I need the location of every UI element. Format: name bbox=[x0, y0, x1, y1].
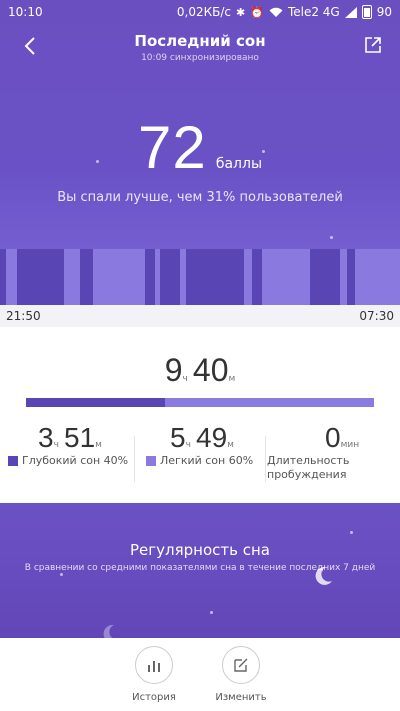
score-unit: баллы bbox=[215, 156, 262, 172]
score-value: 72 bbox=[137, 114, 207, 181]
edit-label: Изменить bbox=[215, 692, 267, 703]
deep-sleep-segment bbox=[0, 249, 6, 305]
star-decoration bbox=[60, 573, 63, 576]
divider bbox=[134, 436, 135, 482]
status-bar: 10:10 0,02КБ/с ✱ ⏰ Tele2 4G 90 bbox=[0, 0, 400, 24]
status-time: 10:10 bbox=[8, 5, 43, 19]
battery-level: 90 bbox=[376, 5, 392, 19]
deep-sleep-legend-swatch bbox=[8, 455, 18, 466]
bluetooth-icon: ✱ bbox=[236, 5, 246, 19]
alarm-icon: ⏰ bbox=[250, 5, 264, 19]
total-minutes: 40 bbox=[192, 352, 229, 388]
battery-icon bbox=[361, 5, 372, 19]
sleep-end-time: 07:30 bbox=[359, 309, 394, 323]
bar-chart-icon bbox=[148, 661, 160, 672]
light-minutes: 49 bbox=[196, 422, 228, 453]
edit-icon bbox=[234, 658, 248, 672]
signal-icon bbox=[344, 6, 357, 18]
sleep-stage-timeline[interactable] bbox=[0, 249, 400, 305]
deep-minutes: 51 bbox=[64, 422, 96, 453]
sleep-ratio-bar bbox=[26, 398, 374, 407]
awake-stat: 0мин Длительность пробуждения bbox=[267, 422, 397, 482]
awake-value: 0 bbox=[325, 422, 341, 453]
total-hours: 9 bbox=[164, 352, 183, 388]
deep-sleep-segment bbox=[145, 249, 155, 305]
total-sleep-duration: 9ч 40м bbox=[0, 352, 400, 389]
carrier-label: Tele2 4G bbox=[287, 5, 340, 19]
deep-sleep-segment bbox=[186, 249, 244, 305]
timeline-axis: 21:50 07:30 bbox=[0, 305, 400, 327]
wifi-icon bbox=[269, 7, 283, 17]
deep-hours: 3 bbox=[38, 422, 54, 453]
deep-sleep-label: Глубокий сон 40% bbox=[22, 454, 129, 467]
sync-status: 10:09 синхронизировано bbox=[141, 53, 259, 63]
deep-sleep-segment bbox=[252, 249, 262, 305]
light-hours: 5 bbox=[170, 422, 186, 453]
history-button[interactable]: История bbox=[119, 646, 189, 703]
edit-button[interactable]: Изменить bbox=[206, 646, 276, 703]
sleep-score: 72 баллы bbox=[0, 118, 400, 178]
share-button[interactable] bbox=[364, 36, 384, 56]
light-sleep-label: Легкий сон 60% bbox=[160, 454, 254, 467]
light-sleep-legend-swatch bbox=[146, 455, 156, 466]
deep-sleep-segment bbox=[160, 249, 180, 305]
nav-bar: Последний сон 10:09 синхронизировано bbox=[0, 26, 400, 70]
share-icon bbox=[365, 37, 381, 53]
page-title: Последний сон bbox=[134, 32, 266, 50]
score-comparison: Вы спали лучше, чем 31% пользователей bbox=[57, 190, 343, 205]
deep-sleep-ratio-fill bbox=[26, 398, 166, 407]
divider bbox=[265, 436, 266, 482]
deep-sleep-stat: 3ч 51м Глубокий сон 40% bbox=[8, 422, 128, 467]
regularity-subtitle: В сравнении со средними показателями сна… bbox=[24, 563, 376, 573]
sleep-regularity-card[interactable]: Регулярность сна В сравнении со средними… bbox=[0, 503, 400, 643]
star-decoration bbox=[330, 236, 333, 239]
bottom-action-bar: История Изменить bbox=[0, 638, 400, 711]
hours-unit: ч bbox=[182, 374, 188, 384]
deep-sleep-segment bbox=[310, 249, 340, 305]
light-sleep-stat: 5ч 49м Легкий сон 60% bbox=[146, 422, 253, 467]
star-decoration bbox=[210, 611, 213, 614]
network-speed: 0,02КБ/с bbox=[176, 5, 232, 19]
star-decoration bbox=[350, 531, 353, 534]
deep-sleep-segment bbox=[80, 249, 93, 305]
sleep-start-time: 21:50 bbox=[6, 309, 41, 323]
sleep-stats: 3ч 51м Глубокий сон 40% 5ч 49м Легкий со… bbox=[0, 422, 400, 492]
minutes-unit: м bbox=[228, 374, 236, 384]
awake-label-line2: пробуждения bbox=[267, 468, 347, 481]
history-label: История bbox=[132, 692, 176, 703]
deep-sleep-segment bbox=[347, 249, 355, 305]
awake-label-line1: Длительность bbox=[267, 454, 350, 467]
deep-sleep-segment bbox=[17, 249, 64, 305]
regularity-title: Регулярность сна bbox=[130, 541, 270, 559]
